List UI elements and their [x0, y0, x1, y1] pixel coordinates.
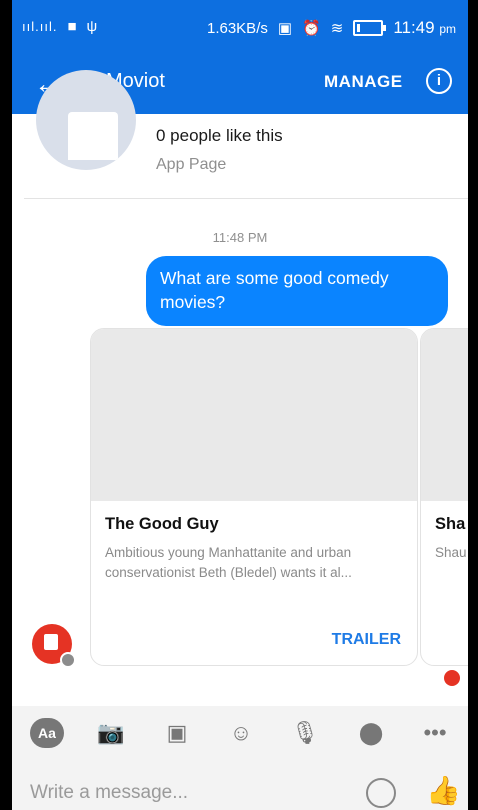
card-image: [421, 329, 468, 501]
emoji-icon[interactable]: ☺: [226, 718, 256, 748]
seen-indicator-icon: [444, 670, 460, 686]
card-title: Sha: [435, 515, 466, 533]
page-likes: 0 people like this: [156, 126, 283, 145]
microphone-icon[interactable]: 🎙: [290, 718, 320, 748]
clock: 11:49 pm: [393, 18, 456, 37]
divider: [24, 198, 468, 199]
text-format-icon[interactable]: Aa: [30, 718, 64, 748]
signal-icon: ııl.ııl.: [22, 19, 58, 34]
bot-avatar[interactable]: [32, 624, 76, 668]
video-icon: ■: [67, 18, 77, 35]
battery-icon: [353, 20, 387, 36]
alarm-icon: ⏰: [302, 20, 321, 37]
status-dot: [60, 652, 76, 668]
message-composer: Write a message... 👍: [12, 760, 468, 810]
movie-card[interactable]: Sha Shau to Zo Wrig: [420, 328, 468, 666]
card-title: The Good Guy: [105, 515, 219, 533]
card-description: Shau to Zo Wrig: [435, 545, 468, 560]
page-avatar: [36, 70, 136, 170]
screen: ııl.ııl. ■ ψ 1.63KB/s ▣ ⏰ ≋ 11:49 pm ← M…: [12, 0, 468, 810]
trailer-button[interactable]: TRAILER: [332, 631, 401, 649]
sticker-icon[interactable]: [366, 778, 396, 808]
page-category: App Page: [156, 156, 227, 173]
card-image: [91, 329, 417, 501]
user-message-bubble[interactable]: What are some good comedy movies?: [146, 256, 448, 326]
card-description: Ambitious young Manhattanite and urban c…: [105, 545, 352, 580]
info-icon[interactable]: i: [426, 68, 452, 94]
cast-icon: ▣: [277, 20, 293, 37]
network-speed: 1.63KB/s: [206, 19, 268, 37]
popcorn-icon: [44, 634, 58, 650]
composer-toolbar: Aa 📷 ▣ ☺ 🎙 ⬤ •••: [12, 706, 468, 760]
camera-icon[interactable]: 📷: [96, 718, 126, 748]
thumbs-up-icon[interactable]: 👍: [426, 774, 461, 807]
movie-card[interactable]: The Good Guy Ambitious young Manhattanit…: [90, 328, 418, 666]
manage-button[interactable]: MANAGE: [324, 72, 403, 92]
gallery-icon[interactable]: ▣: [162, 718, 192, 748]
message-input[interactable]: Write a message...: [30, 782, 188, 804]
more-icon[interactable]: •••: [420, 718, 450, 748]
location-icon[interactable]: ⬤: [356, 718, 386, 748]
message-timestamp: 11:48 PM: [212, 230, 268, 245]
usb-icon: ψ: [86, 18, 98, 35]
status-bar: ııl.ııl. ■ ψ 1.63KB/s ▣ ⏰ ≋ 11:49 pm: [12, 0, 468, 56]
wifi-icon: ≋: [330, 20, 344, 37]
